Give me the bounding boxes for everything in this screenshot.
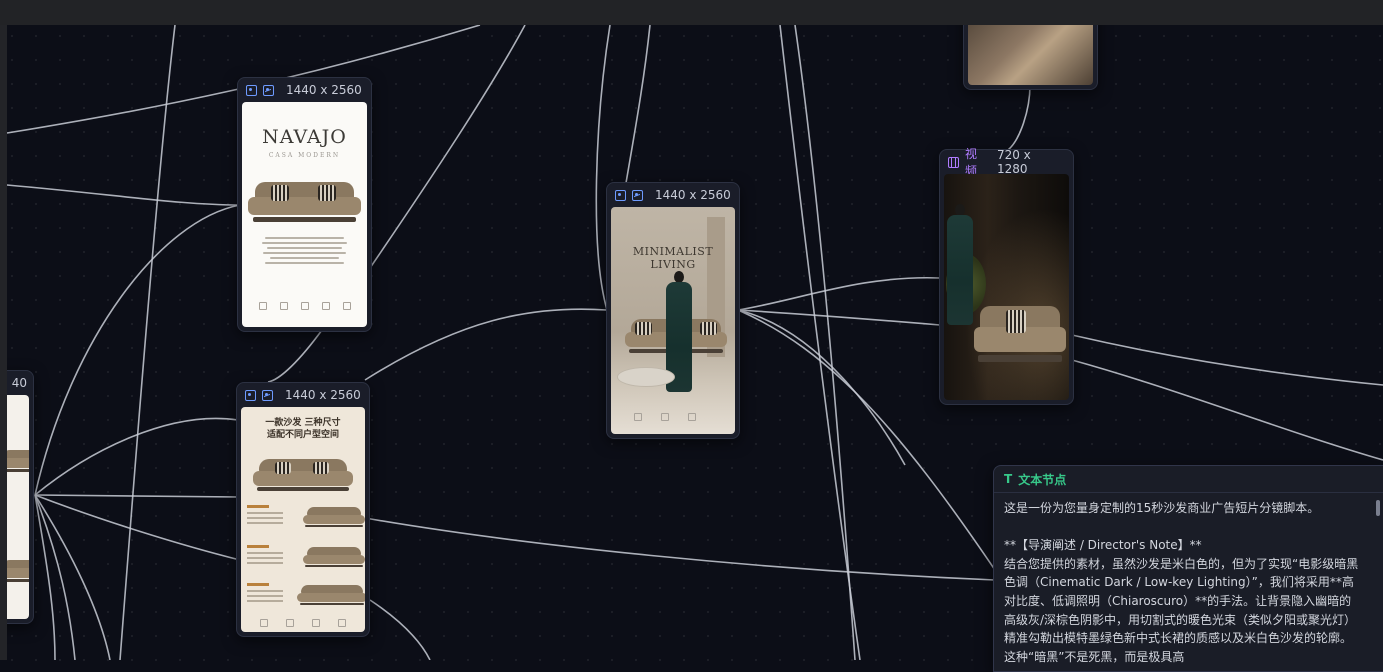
top-toolbar — [0, 0, 1383, 25]
image-edit-icon[interactable] — [262, 389, 273, 401]
edge — [369, 24, 526, 269]
image-edit-icon[interactable] — [263, 84, 274, 96]
edge — [737, 309, 941, 326]
video-thumbnail — [944, 174, 1069, 400]
node-size-label: 720 x 1280 — [996, 148, 1031, 176]
poster-feature-icons — [252, 302, 357, 310]
node-header: 1440 x 2560 — [237, 383, 369, 407]
node-size-label: 1440 x 2560 — [655, 188, 731, 202]
edge — [1007, 84, 1031, 151]
edge — [364, 308, 608, 381]
text-node-header: T 文本节点 — [994, 466, 1383, 493]
node-header: 视频 720 x 1280 — [940, 147, 1073, 178]
edge — [364, 517, 996, 581]
video-icon — [948, 156, 959, 168]
image-icon — [246, 84, 257, 96]
poster-feature-icons — [251, 619, 355, 627]
node-thumbnail: 一款沙发 三种尺寸 适配不同户型空间 — [241, 407, 365, 632]
video-node[interactable]: 视频 720 x 1280 — [939, 147, 1074, 405]
edge — [267, 329, 323, 383]
image-node-sofa-sizes[interactable]: 1440 x 2560 一款沙发 三种尺寸 适配不同户型空间 — [236, 382, 370, 637]
edge — [34, 204, 241, 496]
poster-subtitle: CASA MODERN — [268, 152, 341, 159]
edge — [119, 24, 176, 660]
size-option-row — [247, 501, 365, 541]
scrollbar-thumb[interactable] — [1376, 500, 1380, 516]
edge — [1071, 359, 1383, 461]
left-panel-edge — [0, 25, 7, 660]
node-thumbnail: NAVAJO CASA MODERN — [242, 102, 367, 327]
size-option-row — [247, 579, 365, 619]
text-type-icon: T — [1004, 472, 1013, 486]
edge — [6, 184, 241, 206]
edge — [369, 599, 431, 660]
size-option-row — [247, 541, 365, 581]
edge — [737, 309, 906, 466]
edge — [34, 494, 241, 498]
coffee-table — [617, 367, 675, 387]
image-node-minimalist-living[interactable]: 1440 x 2560 MINIMALIST LIVING — [606, 182, 740, 439]
poster-title: MINIMALIST LIVING — [632, 245, 714, 271]
node-thumbnail: MINIMALIST LIVING — [611, 207, 735, 434]
image-icon — [245, 389, 256, 401]
node-header: 1440 x 2560 — [238, 78, 371, 102]
edge — [34, 494, 241, 561]
node-size-label: 1440 x 2560 — [285, 388, 361, 402]
poster-title: NAVAJO — [262, 126, 347, 148]
node-size-label: 1440 x 2560 — [286, 83, 362, 97]
text-node[interactable]: T 文本节点 这是一份为您量身定制的15秒沙发商业广告短片分镜脚本。 **【导演… — [993, 465, 1383, 672]
poster-feature-icons — [625, 413, 705, 421]
poster-body-text — [258, 234, 351, 267]
poster-title: 一款沙发 三种尺寸 适配不同户型空间 — [265, 418, 341, 440]
armchair-image — [974, 306, 1066, 362]
node-header: 1440 x 2560 — [607, 183, 739, 207]
image-edit-icon[interactable] — [632, 189, 643, 201]
image-node-navajo[interactable]: 1440 x 2560 NAVAJO CASA MODERN — [237, 77, 372, 332]
text-node-title: 文本节点 — [1018, 472, 1067, 487]
edge — [34, 494, 56, 660]
text-node-content[interactable]: 这是一份为您量身定制的15秒沙发商业广告短片分镜脚本。 **【导演阐述 / Di… — [994, 493, 1383, 666]
image-icon — [615, 189, 626, 201]
edge — [737, 276, 941, 311]
node-size-label: 40 — [11, 376, 27, 390]
sofa-image — [248, 182, 361, 222]
sofa-image — [253, 459, 353, 491]
edge — [1071, 334, 1383, 386]
